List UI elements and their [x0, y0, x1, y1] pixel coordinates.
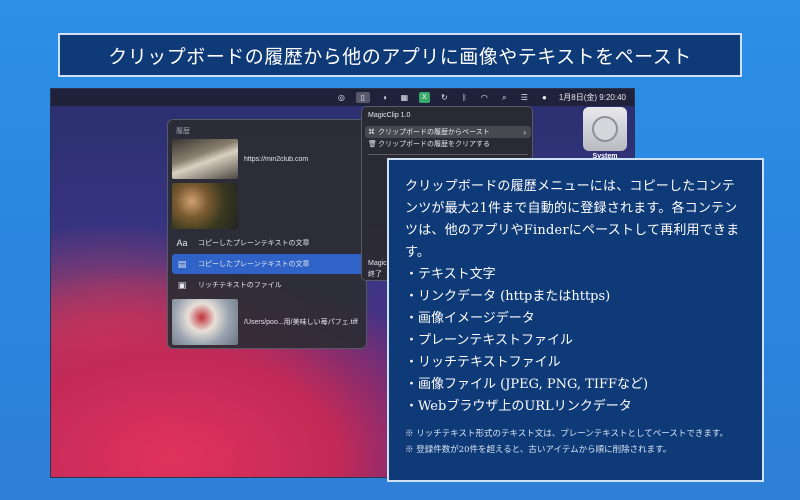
history-header: 履歴 — [176, 128, 190, 135]
history-item[interactable]: https://min2club.com — [172, 138, 364, 180]
user-icon[interactable]: ● — [539, 92, 550, 103]
image-thumbnail — [172, 299, 238, 345]
menu-item-clear-history[interactable]: 🗑 クリップボードの履歴をクリアする — [365, 138, 531, 150]
menu-app-title: MagicClip 1.0 — [368, 112, 411, 119]
menu-bar-clock[interactable]: 1月8日(金) 9:20:40 — [559, 92, 626, 103]
history-item[interactable]: Aa コピーしたプレーンテキストの文章 — [172, 234, 364, 252]
menu-item-label: Magic — [368, 259, 387, 267]
search-icon[interactable]: ⌕ — [499, 92, 510, 103]
history-panel: 履歴 https://min2club.com Aa コピーしたプレーンテキスト… — [167, 119, 367, 349]
history-item-label: https://min2club.com — [244, 155, 309, 163]
system-drive-icon[interactable] — [583, 107, 627, 151]
content-type-item: ・リッチテキストファイル — [405, 355, 561, 370]
menu-item-paste-history[interactable]: ⌘ クリップボードの履歴からペースト › — [365, 126, 531, 138]
wifi-icon[interactable]: ◠ — [479, 92, 490, 103]
history-item-selected[interactable]: ▤ コピーしたプレーンテキストの文章 — [172, 254, 364, 274]
trash-icon: 🗑 — [368, 141, 377, 148]
rich-text-file-icon: ▣ — [177, 279, 187, 290]
content-type-item: ・画像ファイル (JPEG, PNG, TIFFなど) — [405, 377, 649, 392]
yin-yang-icon[interactable]: ◑ — [379, 92, 390, 103]
menu-divider — [368, 154, 528, 155]
chevron-right-icon: › — [523, 127, 526, 137]
x-app-icon[interactable]: X — [418, 92, 430, 103]
history-item[interactable] — [172, 182, 364, 230]
content-type-item: ・画像イメージデータ — [405, 311, 535, 326]
control-center-icon[interactable]: ☰ — [519, 92, 530, 103]
bluetooth-icon[interactable]: ᛒ — [459, 92, 470, 103]
description-intro: クリップボードの履歴メニューには、コピーしたコンテンツが最大21件まで自動的に登… — [405, 179, 740, 260]
menu-bar: ◎ ▯ ◑ ▦ X ↻ ᛒ ◠ ⌕ ☰ ● 1月8日(金) 9:20:40 — [51, 89, 634, 106]
description-box: クリップボードの履歴メニューには、コピーしたコンテンツが最大21件まで自動的に登… — [387, 158, 764, 482]
spiral-icon[interactable]: ◎ — [336, 92, 347, 103]
history-item-label: コピーしたプレーンテキストの文章 — [198, 261, 310, 268]
history-item[interactable]: /Users/poo...用/美味しい苺パフェ.tiff — [172, 298, 364, 346]
history-item-label: リッチテキストのファイル — [198, 282, 282, 289]
grid-icon[interactable]: ▦ — [399, 92, 410, 103]
footnotes: ※ リッチテキスト形式のテキスト文は、プレーンテキストとしてペーストできます。 … — [405, 426, 748, 458]
sync-icon[interactable]: ↻ — [439, 92, 450, 103]
link-icon: ⌘ — [368, 129, 375, 136]
text-icon: Aa — [176, 238, 188, 248]
history-item-label: /Users/poo...用/美味しい苺パフェ.tiff — [244, 319, 358, 326]
document-icon: ▤ — [177, 258, 187, 269]
content-type-item: ・プレーンテキストファイル — [405, 333, 573, 348]
menu-item-label: クリップボードの履歴からペースト — [378, 129, 490, 136]
content-type-item: ・リンクデータ (httpまたはhttps) — [405, 289, 611, 304]
image-thumbnail — [172, 139, 238, 179]
menu-item-label: 終了 — [368, 271, 382, 278]
footnote: ※ リッチテキスト形式のテキスト文は、プレーンテキストとしてペーストできます。 — [405, 429, 728, 439]
banner-title: クリップボードの履歴から他のアプリに画像やテキストをペースト — [58, 33, 742, 77]
clipboard-icon[interactable]: ▯ — [355, 92, 370, 103]
content-type-item: ・テキスト文字 — [405, 267, 496, 282]
content-type-item: ・Webブラウザ上のURLリンクデータ — [405, 399, 632, 414]
image-thumbnail — [172, 183, 238, 229]
footnote: ※ 登録件数が20件を超えると、古いアイテムから順に削除されます。 — [405, 445, 672, 455]
history-item[interactable]: ▣ リッチテキストのファイル — [172, 276, 364, 294]
content-type-list: ・テキスト文字 ・リンクデータ (httpまたはhttps) ・画像イメージデー… — [405, 264, 748, 418]
menu-item-label: クリップボードの履歴をクリアする — [378, 141, 490, 148]
history-item-label: コピーしたプレーンテキストの文章 — [198, 240, 310, 247]
